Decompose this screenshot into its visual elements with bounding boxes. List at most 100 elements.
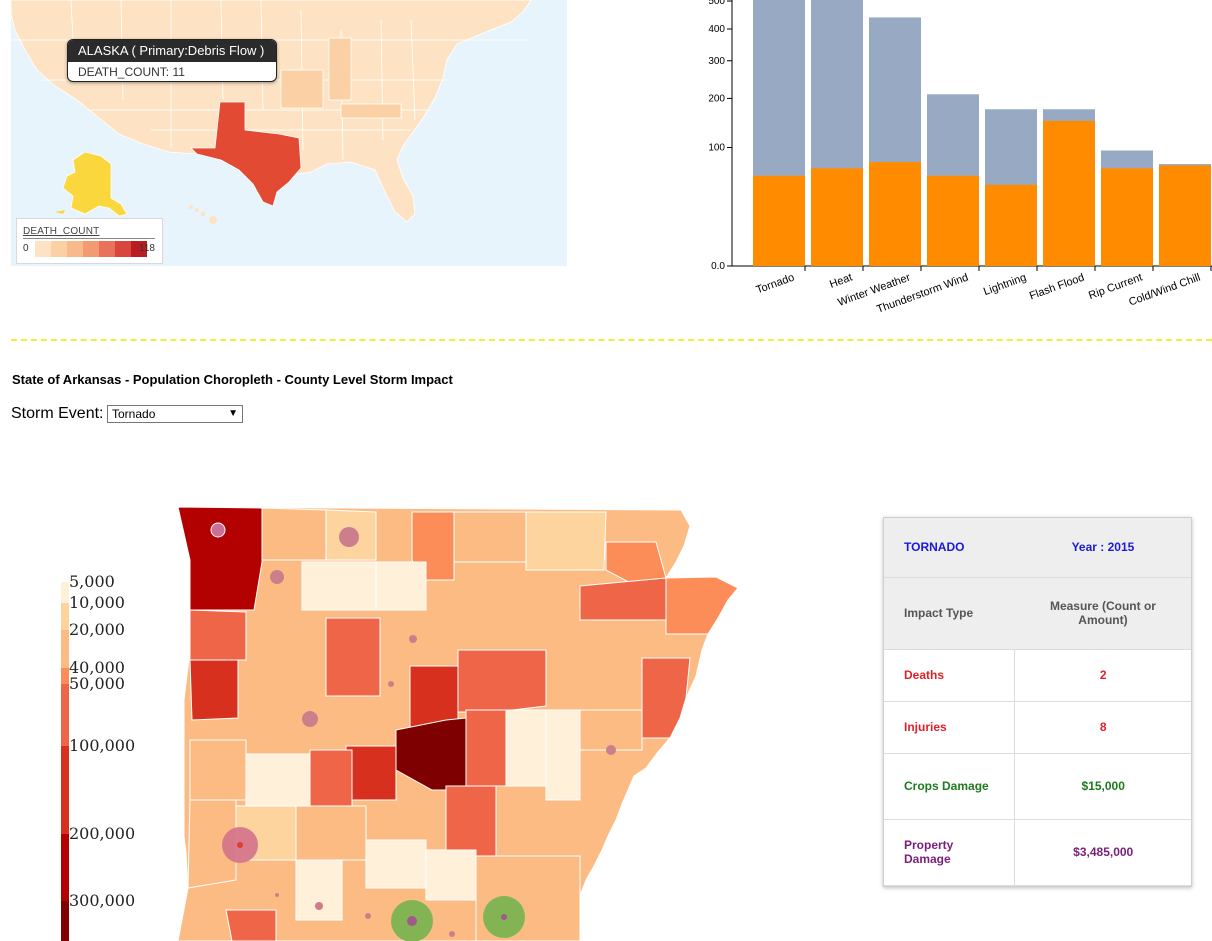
storm-event-select[interactable]: Tornado ▼ [107,405,243,423]
legend-label: 10,000 [69,593,125,612]
impact-table: TORNADO Year : 2015 Impact Type Measure … [884,518,1191,886]
death-count-legend: DEATH_COUNT 0 118 [16,218,163,264]
legend-label: 200,000 [69,824,135,843]
legend-label: 50,000 [69,674,125,693]
arkansas-county-map[interactable] [176,500,746,941]
bar-deaths[interactable] [869,162,921,266]
chevron-down-icon[interactable]: ▼ [228,406,238,422]
impact-value-property: $3,485,000 [1014,819,1191,886]
legend-swatch [99,241,115,257]
impact-marker [270,570,284,584]
county-lonoke-prairie [465,709,507,787]
legend-band [61,901,69,941]
legend-band [61,834,69,901]
impact-marker [409,635,417,643]
impact-year: Year : 2015 [1014,518,1191,578]
y-tick-label: 400 [708,24,725,35]
county-garland [309,749,353,807]
impact-type-injuries: Injuries [884,701,1015,754]
legend-band [61,630,69,668]
population-legend: 5,00010,00020,00040,00050,000100,000200,… [61,572,135,941]
county-randolph [525,511,607,571]
us-choropleth-map[interactable]: ALASKA ( Primary:Debris Flow ) DEATH_COU… [11,0,567,266]
impact-type-deaths: Deaths [884,649,1015,702]
county-pope [325,617,381,697]
county-jefferson [445,785,497,857]
impact-value-injuries: 8 [1014,701,1191,754]
tooltip-title: ALASKA ( Primary:Debris Flow ) [68,40,276,62]
legend-swatch [35,241,51,257]
aleutian-islands [55,210,65,214]
y-tick-label: 0.0 [711,261,725,272]
legend-band [61,746,69,834]
x-tick-label: Lightning [982,272,1028,299]
bar-deaths[interactable] [927,175,979,266]
bar-deaths[interactable] [985,184,1037,266]
legend-band [61,603,69,630]
storm-deaths-bar-chart[interactable]: 0.0100200300400500Tornado HeatWinter Weat… [690,0,1212,330]
y-tick-label: 500 [708,0,725,7]
tennessee-state[interactable] [340,103,402,119]
x-tick-label: Flash Flood [1028,272,1086,303]
bar-deaths[interactable] [811,168,863,266]
county-nevada [295,859,343,921]
legend-swatch [67,241,83,257]
y-tick-label: 100 [708,143,725,154]
county-polk [189,739,247,801]
x-tick-label: Heat [828,272,854,291]
missouri-state[interactable] [280,69,324,109]
impact-marker [606,745,616,755]
county-cross-poinsett [457,649,547,713]
county-clark [295,805,367,861]
section-title: State of Arkansas - Population Choroplet… [12,372,453,387]
bar-deaths[interactable] [1043,120,1095,266]
legend-swatch [51,241,67,257]
legend-band [61,582,69,603]
legend-label: 20,000 [69,620,125,639]
county-dallas [365,839,427,889]
county-st-francis [579,709,643,751]
impact-value-crops: $15,000 [1014,753,1191,820]
x-tick-label: Tornado [755,272,796,297]
county-crawford [189,609,247,661]
impact-value-deaths: 2 [1014,649,1191,702]
impact-marker-core [237,842,243,848]
measure-header: Measure (Count or Amount) [1014,577,1191,650]
legend-swatches [35,241,147,257]
impact-marker [315,902,323,910]
county-fulton [453,511,527,563]
county-greene [579,577,667,621]
legend-label: 300,000 [69,891,135,910]
county-benton-washington [177,506,263,611]
impact-type-property: Property Damage [884,819,1015,886]
impact-marker-core [407,916,417,926]
bar-deaths[interactable] [1159,165,1211,266]
alaska-state[interactable] [62,151,128,217]
storm-event-label: Storm Event: [11,405,104,422]
impact-marker [365,913,371,919]
bar-deaths[interactable] [753,175,805,266]
impact-marker [339,527,359,547]
bar-deaths[interactable] [1101,168,1153,266]
county-monroe [505,709,547,787]
legend-title: DEATH_COUNT [23,226,100,237]
impact-event-name: TORNADO [884,518,1015,578]
legend-swatch [115,241,131,257]
county-stone [375,561,427,611]
hawaii-state[interactable] [189,205,217,224]
y-tick-label: 200 [708,93,725,104]
county-white [409,665,459,729]
county-lee-phillips [545,709,581,801]
legend-max: 118 [139,243,155,254]
legend-rule [23,238,155,239]
county-little-river [225,909,277,941]
legend-label: 100,000 [69,736,135,755]
impact-marker-core [501,914,507,920]
county-mississippi [665,576,739,635]
illinois-state[interactable] [328,37,352,101]
impact-type-crops: Crops Damage [884,753,1015,820]
county-montgomery [245,753,311,807]
impact-marker [275,893,279,897]
tooltip-value: DEATH_COUNT: 11 [78,65,185,79]
impact-marker [210,522,226,538]
